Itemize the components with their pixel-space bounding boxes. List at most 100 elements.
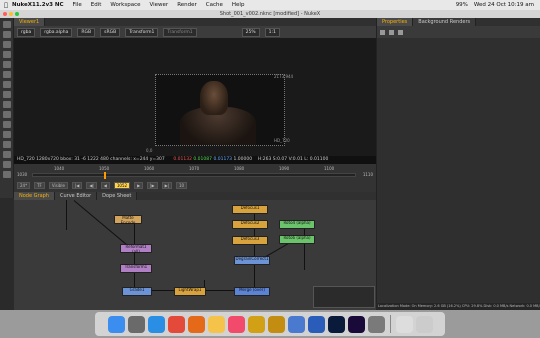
node-grade1[interactable]: Grade1 [122, 287, 152, 296]
step-back-button[interactable]: ◀| [86, 182, 97, 189]
tab-node-graph[interactable]: Node Graph [14, 192, 55, 200]
premiere-icon[interactable] [347, 315, 365, 333]
particles-tool-icon[interactable] [2, 141, 11, 148]
proxy-ratio-select[interactable]: 1:1 [264, 27, 280, 37]
firefox-icon[interactable] [187, 315, 205, 333]
playhead[interactable] [103, 172, 106, 179]
draw-tool-icon[interactable] [2, 31, 11, 38]
safari-icon[interactable] [147, 315, 165, 333]
timeline-end[interactable]: 1110 [363, 172, 373, 177]
deep-tool-icon[interactable] [2, 151, 11, 158]
datetime-label[interactable]: Wed 24 Oct 10:19 am [474, 2, 534, 8]
channels-select[interactable]: rgba [17, 27, 36, 37]
input-a-select[interactable]: Transform1 [125, 27, 159, 37]
nuke-icon[interactable] [247, 315, 265, 333]
menu-app-name[interactable]: NukeX11.2v3 NC [12, 2, 64, 8]
first-frame-button[interactable]: |◀ [71, 182, 83, 189]
viewer-tabbar: Viewer1 [14, 18, 376, 26]
tab-viewer1[interactable]: Viewer1 [14, 18, 46, 26]
panel-max-icon[interactable] [380, 29, 385, 35]
play-button[interactable]: ▶ [134, 182, 144, 189]
menu-viewer[interactable]: Viewer [149, 2, 168, 8]
node-transform1[interactable]: Transform1 [120, 264, 152, 273]
node-merge-over[interactable]: Merge (over) [234, 287, 270, 296]
image-tool-icon[interactable] [2, 21, 11, 28]
current-frame-field[interactable]: 1052 [113, 182, 131, 189]
filter-tool-icon[interactable] [2, 71, 11, 78]
node-lightwrap1[interactable]: LightWrap1 [174, 287, 206, 296]
channel-tool-icon[interactable] [2, 51, 11, 58]
time-tool-icon[interactable] [2, 41, 11, 48]
script-icon[interactable] [367, 315, 385, 333]
format-corner-label: 0,0 [146, 148, 153, 153]
tab-background-renders[interactable]: Background Renders [413, 18, 477, 26]
merge-tool-icon[interactable] [2, 91, 11, 98]
battery-label[interactable]: 99% [456, 2, 468, 8]
preview-icon[interactable] [287, 315, 305, 333]
launchpad-icon[interactable] [127, 315, 145, 333]
colorspace-select[interactable]: RGB [77, 27, 96, 37]
metadata-tool-icon[interactable] [2, 131, 11, 138]
views-tool-icon[interactable] [2, 121, 11, 128]
play-back-button[interactable]: ◀ [100, 182, 110, 189]
node-degraincorrect1[interactable]: DegrainCorrect1 [234, 256, 270, 265]
last-frame-button[interactable]: ▶| [161, 182, 173, 189]
fps-field[interactable]: 24* [17, 182, 31, 189]
3d-tool-icon[interactable] [2, 111, 11, 118]
alpha-select[interactable]: rgba.alpha [40, 27, 73, 37]
properties-tabbar: Properties Background Renders [377, 18, 540, 26]
viewer-controls: rgba rgba.alpha RGB sRGB Transform1 Tran… [14, 26, 376, 38]
tab-dope-sheet[interactable]: Dope Sheet [97, 192, 138, 200]
playback-controls: 24* TF Visible |◀ ◀| ◀ 1052 ▶ |▶ ▶| 10 [17, 182, 188, 189]
tab-properties[interactable]: Properties [377, 18, 414, 26]
tab-curve-editor[interactable]: Curve Editor [54, 192, 98, 200]
timeline-start[interactable]: 1030 [17, 172, 27, 177]
step-field[interactable]: 10 [176, 182, 188, 189]
color-tool-icon[interactable] [2, 61, 11, 68]
input-b-select[interactable]: Transform1 [163, 27, 197, 37]
node-reformat1-all[interactable]: Reformat1 (all) [120, 244, 152, 253]
photoshop-icon[interactable] [327, 315, 345, 333]
photos-icon[interactable] [207, 315, 225, 333]
node-graph-minimap[interactable] [313, 286, 375, 308]
menu-help[interactable]: Help [232, 2, 245, 8]
other-tool-icon[interactable] [2, 171, 11, 178]
timeline-tick: 1100 [324, 166, 335, 171]
menu-bar:  NukeX11.2v3 NC File Edit Workspace Viewer R… [0, 0, 540, 10]
chrome-icon[interactable] [167, 315, 185, 333]
minimize-window-icon[interactable] [9, 12, 13, 16]
menu-workspace[interactable]: Workspace [110, 2, 140, 8]
apple-icon[interactable]:  [0, 2, 12, 9]
node-roto4-alpha[interactable]: Roto4 (alpha) [279, 220, 315, 229]
lut-select[interactable]: sRGB [100, 27, 121, 37]
lock-icon[interactable] [398, 29, 403, 35]
clear-panels-icon[interactable] [389, 29, 394, 35]
node-defocus1[interactable]: Defocus1 [232, 205, 268, 214]
music-icon[interactable] [227, 315, 245, 333]
trash-icon[interactable] [415, 315, 433, 333]
close-window-icon[interactable] [3, 12, 7, 16]
finder-icon[interactable] [107, 315, 125, 333]
menu-edit[interactable]: Edit [91, 2, 102, 8]
nuke-icon[interactable] [267, 315, 285, 333]
node-defocus2[interactable]: Defocus2 [232, 220, 268, 229]
node-roto6-alpha[interactable]: Roto6 (alpha) [279, 235, 315, 244]
node-matte-encode[interactable]: Matte Encode [114, 215, 142, 224]
menu-file[interactable]: File [73, 2, 82, 8]
downloads-icon[interactable] [395, 315, 413, 333]
timeline-track[interactable] [32, 172, 356, 179]
zoom-window-icon[interactable] [15, 12, 19, 16]
node-defocus3[interactable]: Defocus3 [232, 236, 268, 245]
toolsets-icon[interactable] [2, 161, 11, 168]
zoom-select[interactable]: 25% [241, 27, 260, 37]
word-icon[interactable] [307, 315, 325, 333]
viewer-canvas[interactable]: 2173,944 HD_720 0,0 [14, 38, 376, 156]
menu-render[interactable]: Render [177, 2, 197, 8]
visible-select[interactable]: Visible [48, 182, 68, 189]
step-forward-button[interactable]: |▶ [147, 182, 158, 189]
menu-cache[interactable]: Cache [206, 2, 223, 8]
timeline-tick: 1090 [279, 166, 290, 171]
keyer-tool-icon[interactable] [2, 81, 11, 88]
tf-select[interactable]: TF [34, 182, 45, 189]
transform-tool-icon[interactable] [2, 101, 11, 108]
